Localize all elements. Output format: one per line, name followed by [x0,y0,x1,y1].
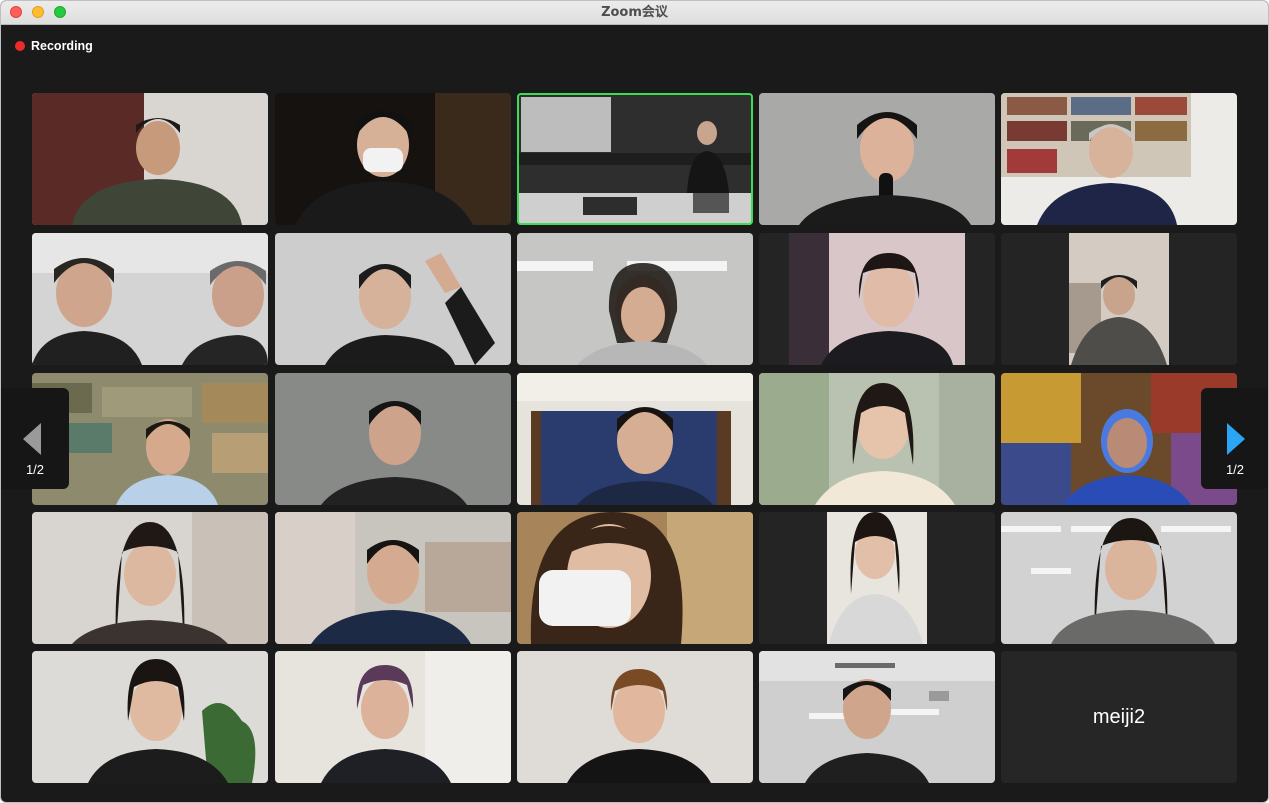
participant-video [275,512,511,644]
participant-video-tile[interactable] [32,512,268,644]
participant-video-tile-active-speaker[interactable] [517,93,753,225]
page-indicator: 1/2 [1225,462,1245,477]
participant-video-tile[interactable] [517,373,753,505]
participant-video-tile[interactable] [1001,512,1237,644]
participant-video [759,651,995,783]
participant-video [517,373,753,505]
participant-video-tile[interactable] [275,233,511,365]
participant-video-tile[interactable] [32,93,268,225]
participant-video-tile[interactable] [32,651,268,783]
participant-video [1001,233,1237,365]
participant-video [517,93,753,225]
participant-video [517,512,753,644]
participant-video-tile[interactable] [759,512,995,644]
previous-page-button[interactable]: 1/2 [1,388,69,489]
participant-video-tile[interactable] [759,651,995,783]
participant-video-tile[interactable] [517,651,753,783]
participant-video [275,233,511,365]
participant-video-tile[interactable] [275,93,511,225]
participant-video-tile[interactable] [1001,93,1237,225]
window-title: Zoom会议 [601,5,668,20]
participant-video [32,93,268,225]
page-indicator: 1/2 [25,462,45,477]
participant-video-tile[interactable] [275,512,511,644]
participant-video [517,651,753,783]
participant-video [759,373,995,505]
participant-video-tile[interactable] [759,373,995,505]
participant-video-tile[interactable] [275,651,511,783]
participant-video-tile[interactable] [275,373,511,505]
next-page-button[interactable]: 1/2 [1201,388,1268,489]
participant-video [1001,512,1237,644]
participant-video [759,233,995,365]
title-bar: Zoom会议 [1,1,1268,25]
recording-indicator[interactable]: Recording [15,38,93,54]
participant-video-tile[interactable] [1001,233,1237,365]
participant-video [32,233,268,365]
participant-video-tile[interactable] [759,93,995,225]
participant-name-tile[interactable]: meiji2 [1001,651,1237,783]
participant-video [275,93,511,225]
chevron-left-icon [23,423,41,455]
participant-video-tile[interactable] [32,233,268,365]
participant-video [275,373,511,505]
recording-dot-icon [15,41,25,51]
participant-video [1001,93,1237,225]
chevron-right-icon [1227,423,1245,455]
participant-video [759,512,995,644]
participant-video [32,512,268,644]
participant-name: meiji2 [1092,705,1146,728]
participant-video-tile[interactable] [759,233,995,365]
recording-label: Recording [31,39,93,53]
participant-video [275,651,511,783]
participant-video-tile[interactable] [517,512,753,644]
participant-video [32,651,268,783]
participant-video [517,233,753,365]
participant-video-tile[interactable] [517,233,753,365]
participant-video [759,93,995,225]
zoom-window: Zoom会议 Recording meiji2 1/2 1/2 [0,0,1269,803]
